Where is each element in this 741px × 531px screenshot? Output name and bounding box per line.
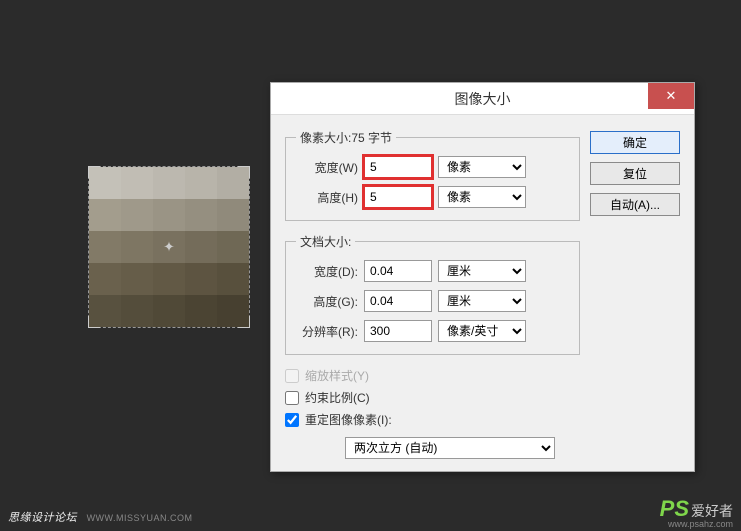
- swatch-cell: [121, 167, 153, 199]
- pixel-height-unit-select[interactable]: 像素: [438, 186, 526, 208]
- swatch-cell: [89, 263, 121, 295]
- watermark-left: 思缘设计论坛 WWW.MISSYUAN.COM: [8, 509, 193, 525]
- swatch-cell: [153, 295, 185, 327]
- resolution-label: 分辨率(R):: [296, 323, 358, 340]
- doc-width-unit-select[interactable]: 厘米: [438, 260, 526, 282]
- reset-button[interactable]: 复位: [590, 162, 680, 185]
- close-button[interactable]: ✕: [648, 83, 694, 109]
- pixel-width-input[interactable]: [364, 156, 432, 178]
- resolution-unit-select[interactable]: 像素/英寸: [438, 320, 526, 342]
- resample-checkbox[interactable]: [285, 413, 299, 427]
- swatch-cell: [185, 231, 217, 263]
- pixel-height-input[interactable]: [364, 186, 432, 208]
- pixel-height-label: 高度(H): [296, 189, 358, 206]
- pixel-size-group: 像素大小:75 字节 宽度(W) 像素 高度(H) 像素: [285, 129, 580, 221]
- pixel-width-label: 宽度(W): [296, 159, 358, 176]
- document-size-legend: 文档大小:: [296, 233, 355, 250]
- ok-button[interactable]: 确定: [590, 131, 680, 154]
- swatch-cell: [185, 263, 217, 295]
- swatch-cell: [121, 295, 153, 327]
- swatch-cell: [121, 231, 153, 263]
- swatch-cell: [153, 263, 185, 295]
- doc-height-unit-select[interactable]: 厘米: [438, 290, 526, 312]
- swatch-cell: [217, 231, 249, 263]
- close-icon: ✕: [666, 88, 677, 104]
- swatch-cell: [217, 263, 249, 295]
- scale-styles-row: 缩放样式(Y): [285, 367, 580, 384]
- swatch-cell: [121, 263, 153, 295]
- crop-corner-bl: [88, 316, 100, 328]
- crop-corner-br: [238, 316, 250, 328]
- doc-width-label: 宽度(D):: [296, 263, 358, 280]
- swatch-cell: [217, 199, 249, 231]
- pixel-size-legend: 像素大小:75 字节: [296, 129, 396, 146]
- document-size-group: 文档大小: 宽度(D): 厘米 高度(G): 厘米 分辨率(R):: [285, 233, 580, 355]
- image-size-dialog: 图像大小 ✕ 像素大小:75 字节 宽度(W) 像素 高度(H): [270, 82, 695, 472]
- auto-button[interactable]: 自动(A)...: [590, 193, 680, 216]
- resample-method-select[interactable]: 两次立方 (自动): [345, 437, 555, 459]
- resample-row[interactable]: 重定图像像素(I):: [285, 411, 580, 428]
- dialog-title: 图像大小: [455, 89, 511, 109]
- resolution-input[interactable]: [364, 320, 432, 342]
- scale-styles-checkbox: [285, 369, 299, 383]
- scale-styles-label: 缩放样式(Y): [305, 367, 369, 384]
- crop-corner-tl: [88, 166, 100, 178]
- doc-height-input[interactable]: [364, 290, 432, 312]
- pixel-width-unit-select[interactable]: 像素: [438, 156, 526, 178]
- watermark-ps-logo: PS: [660, 496, 689, 521]
- center-marker-icon: ✦: [163, 239, 175, 256]
- swatch-cell: [89, 231, 121, 263]
- crop-corner-tr: [238, 166, 250, 178]
- watermark-right: PS爱好者 www.psahz.com: [660, 496, 733, 529]
- doc-width-input[interactable]: [364, 260, 432, 282]
- swatch-cell: [153, 167, 185, 199]
- dialog-titlebar[interactable]: 图像大小 ✕: [271, 83, 694, 115]
- resample-label: 重定图像像素(I):: [305, 411, 392, 428]
- swatch-cell: [185, 199, 217, 231]
- swatch-cell: [153, 199, 185, 231]
- swatch-cell: [89, 199, 121, 231]
- doc-height-label: 高度(G):: [296, 293, 358, 310]
- swatch-cell: [185, 167, 217, 199]
- swatch-cell: [185, 295, 217, 327]
- constrain-label: 约束比例(C): [305, 389, 370, 406]
- canvas-preview: ✦: [88, 166, 250, 328]
- constrain-checkbox[interactable]: [285, 391, 299, 405]
- constrain-row[interactable]: 约束比例(C): [285, 389, 580, 406]
- swatch-cell: [121, 199, 153, 231]
